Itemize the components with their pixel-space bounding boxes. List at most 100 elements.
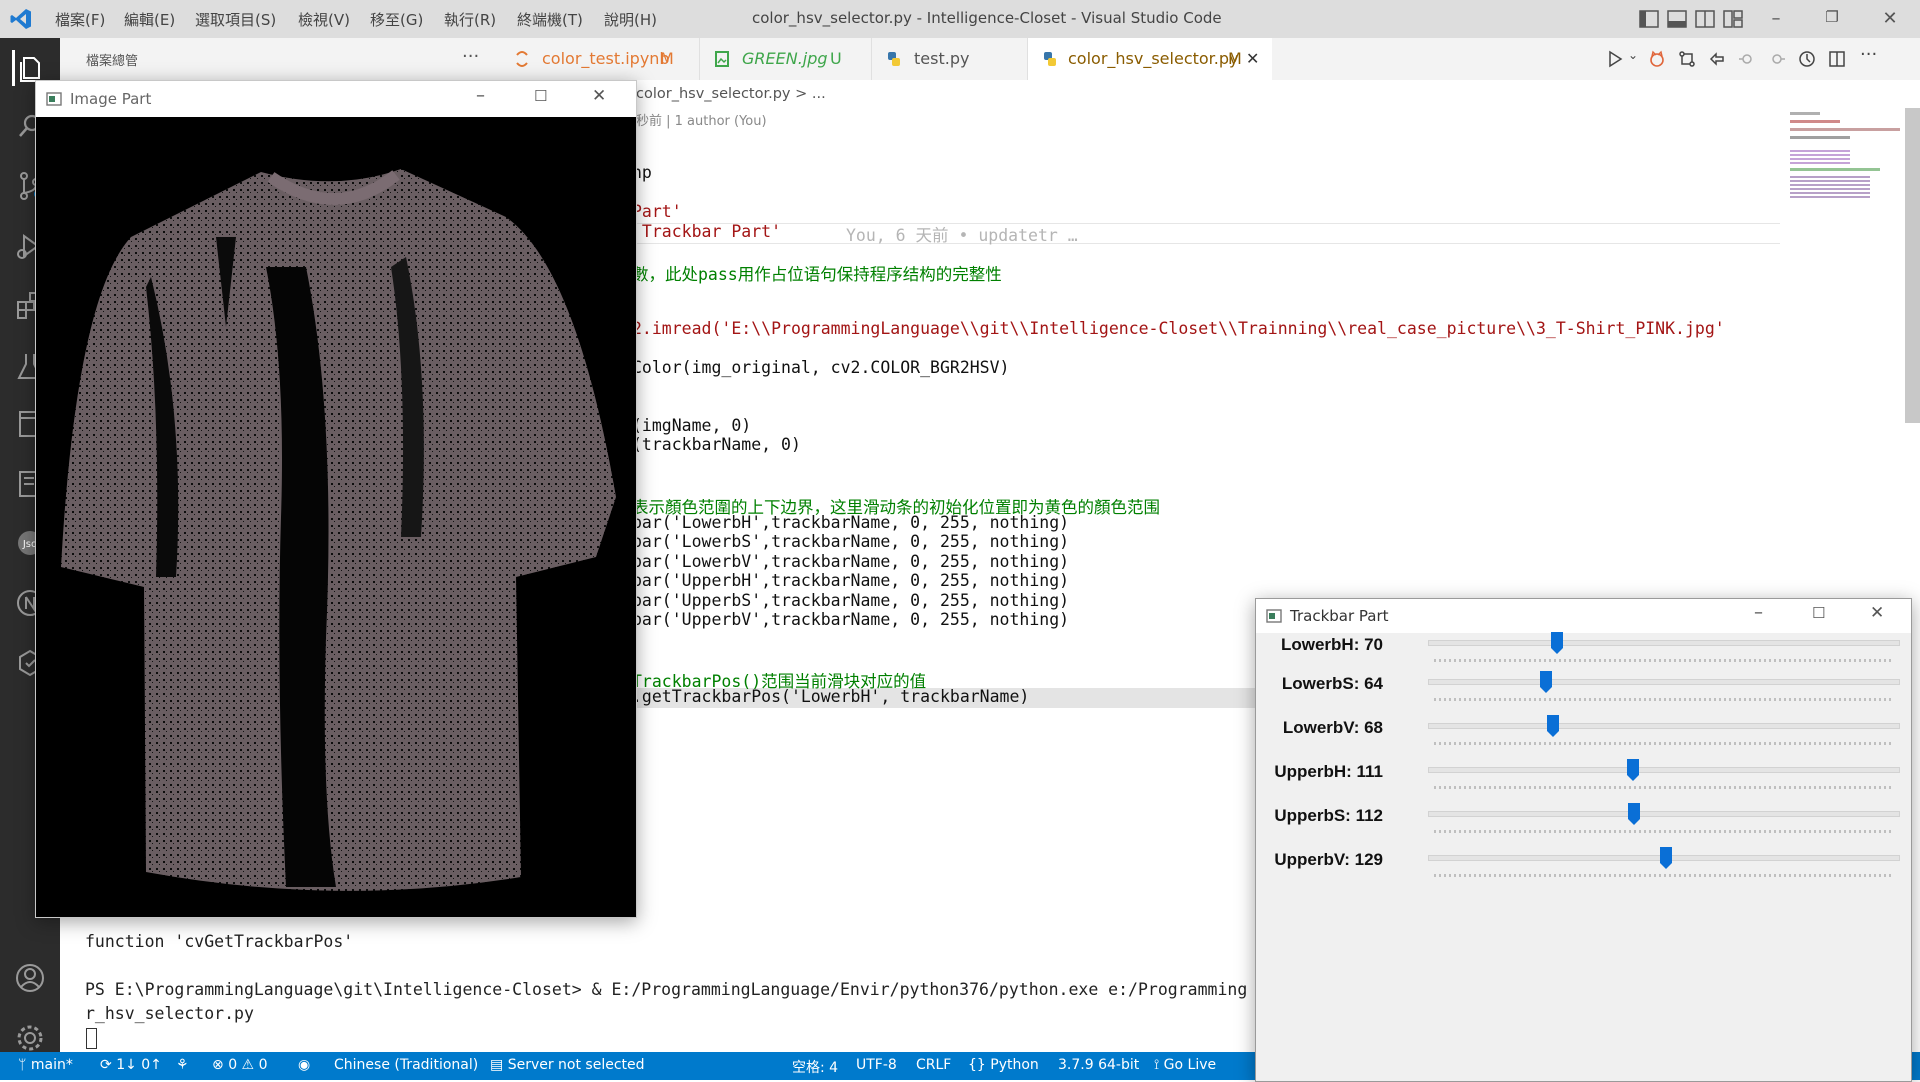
trackbar-thumb[interactable] [1550,631,1564,655]
split-editor-icon[interactable] [1828,50,1846,68]
minimize-button[interactable]: – [1764,8,1788,30]
more-actions-button[interactable]: ··· [1860,44,1877,65]
git-blame-annotation: You, 6 天前 • updatetr … [846,226,1078,245]
error-count: 0 [228,1057,238,1073]
terminal-prompt-line: PS E:\ProgrammingLanguage\git\Intelligen… [85,980,1248,999]
menu-run[interactable]: 執行(R) [444,9,496,30]
current-line-highlight [620,223,1780,244]
menu-go[interactable]: 移至(G) [370,9,423,30]
trackbar-thumb[interactable] [1546,714,1560,738]
image-window-close-button[interactable]: ✕ [592,86,606,106]
indentation[interactable]: 空格: 4 [792,1057,838,1077]
accounts-icon[interactable] [12,960,48,996]
line-ending[interactable]: CRLF [916,1057,951,1073]
server-label: Server not selected [507,1057,645,1073]
git-sync[interactable]: ⟳ 1↓ 0↑ [100,1057,162,1073]
git-branch[interactable]: ᛘ main* [18,1057,73,1073]
tab-color-hsv-selector[interactable]: color_hsv_selector.py M ✕ [1028,38,1272,80]
codelens-author[interactable]: 秒前 | 1 author (You) [636,110,767,129]
broadcast-icon[interactable]: ◉ [298,1057,310,1073]
breadcrumb[interactable]: color_hsv_selector.py > ... [636,86,826,102]
trackbar-label: UpperbS: 112 [1274,806,1383,825]
trackbar-part-window[interactable]: Trackbar Part – ☐ ✕ LowerbH: 70 LowerbS: … [1255,598,1912,1082]
menu-terminal[interactable]: 終端機(T) [517,9,583,30]
trackbar-label: LowerbH: 70 [1280,635,1383,654]
image-window-titlebar[interactable]: Image Part – ☐ ✕ [36,81,636,117]
trackbar-thumb[interactable] [1539,670,1553,694]
language-pack[interactable]: Chinese (Traditional) [334,1057,478,1073]
menu-file[interactable]: 檔案(F) [55,9,105,30]
restore-button[interactable]: ❐ [1820,8,1844,30]
code-line: .getTrackbarPos('LowerbH', trackbarName) [632,687,1030,706]
trackbar-thumb[interactable] [1626,758,1640,782]
liveshare-icon[interactable]: ⚘ [176,1057,189,1073]
trackbar-track[interactable] [1428,811,1900,817]
extension-cat-icon[interactable] [1648,50,1666,68]
run-dropdown-chevron-icon[interactable]: ⌄ [1628,48,1638,62]
code-line: 數，此处pass用作占位语句保持程序结构的完整性 [632,265,1002,284]
customize-layout-icon[interactable] [1722,9,1744,29]
code-line: 2.imread('E:\\ProgrammingLanguage\\git\\… [632,319,1725,338]
editor-scrollbar[interactable] [1905,108,1920,423]
python-interpreter[interactable]: 3.7.9 64-bit [1058,1057,1139,1073]
braces-icon: {} [968,1057,991,1073]
trackbar-ticks [1434,874,1892,877]
trackbar-thumb[interactable] [1627,802,1641,826]
encoding[interactable]: UTF-8 [856,1057,897,1073]
toggle-primary-sidebar-icon[interactable] [1638,9,1660,29]
trackbar-window-minimize-button[interactable]: – [1754,602,1763,623]
run-python-file-icon[interactable] [1606,50,1624,68]
title-bar: 檔案(F) 編輯(E) 選取項目(S) 檢視(V) 移至(G) 執行(R) 終端… [0,0,1920,38]
editor-tabs: color_test.ipynb M GREEN.jpg U test.py c… [500,38,1920,80]
trackbar-track[interactable] [1428,723,1900,729]
explorer-more-button[interactable]: ··· [462,46,479,67]
server-status[interactable]: ▤ Server not selected [490,1057,645,1073]
code-line: Color(img_original, cv2.COLOR_BGR2HSV) [632,358,1010,377]
timeline-icon[interactable] [1798,50,1816,68]
image-part-window[interactable]: Image Part – ☐ ✕ [35,80,637,918]
open-changes-icon[interactable] [1708,50,1726,68]
code-line: bar('UpperbV',trackbarName, 0, 255, noth… [632,610,1070,629]
language-mode[interactable]: {} Python [968,1057,1039,1073]
trackbar-track[interactable] [1428,767,1900,773]
trackbar-window-maximize-button[interactable]: ☐ [1812,604,1825,622]
code-line: bar('UpperbS',trackbarName, 0, 255, noth… [632,591,1070,610]
vscode-logo-icon [10,9,31,29]
terminal-line: r_hsv_selector.py [85,1004,254,1023]
tab-green-jpg[interactable]: GREEN.jpg U [700,38,872,80]
problems-indicator[interactable]: ⊗ 0 ⚠ 0 [212,1057,267,1073]
next-change-icon[interactable] [1768,50,1786,68]
menu-view[interactable]: 檢視(V) [298,9,350,30]
toggle-panel-icon[interactable] [1666,9,1688,29]
trackbar-thumb[interactable] [1659,846,1673,870]
sync-label: 1↓ 0↑ [116,1057,162,1073]
trackbar-window-titlebar[interactable]: Trackbar Part – ☐ ✕ [1256,599,1911,633]
menu-help[interactable]: 說明(H) [604,9,657,30]
image-window-minimize-button[interactable]: – [476,85,485,106]
tab-close-icon[interactable]: ✕ [1246,38,1259,80]
trackbar-track[interactable] [1428,679,1900,685]
settings-gear-icon[interactable] [12,1020,48,1056]
trackbar-window-close-button[interactable]: ✕ [1870,603,1884,623]
antenna-icon: ⟟ [1154,1057,1164,1073]
menu-edit[interactable]: 編輯(E) [124,9,175,30]
trackbar-track[interactable] [1428,640,1900,646]
tab-status: M [1228,49,1242,68]
opencv-window-icon [1266,609,1282,623]
terminal-panel[interactable]: function 'cvGetTrackbarPos' PS E:\Progra… [60,910,1260,1050]
close-button[interactable]: ✕ [1878,8,1902,30]
code-line: Trackbar Part' [632,222,782,241]
toggle-secondary-sidebar-icon[interactable] [1694,9,1716,29]
trackbar-ticks [1434,742,1892,745]
previous-change-icon[interactable] [1738,50,1756,68]
explorer-header: 檔案總管 ··· [60,38,500,80]
trackbar-ticks [1434,659,1892,662]
tab-test-py[interactable]: test.py [872,38,1028,80]
window-title: color_hsv_selector.py - Intelligence-Clo… [752,9,1222,27]
image-window-maximize-button[interactable]: ☐ [534,87,547,105]
compare-changes-icon[interactable] [1678,50,1696,68]
tab-color-test[interactable]: color_test.ipynb M [500,38,700,80]
menu-selection[interactable]: 選取項目(S) [195,9,276,30]
minimap[interactable] [1786,108,1906,218]
go-live[interactable]: ⟟ Go Live [1154,1057,1216,1073]
